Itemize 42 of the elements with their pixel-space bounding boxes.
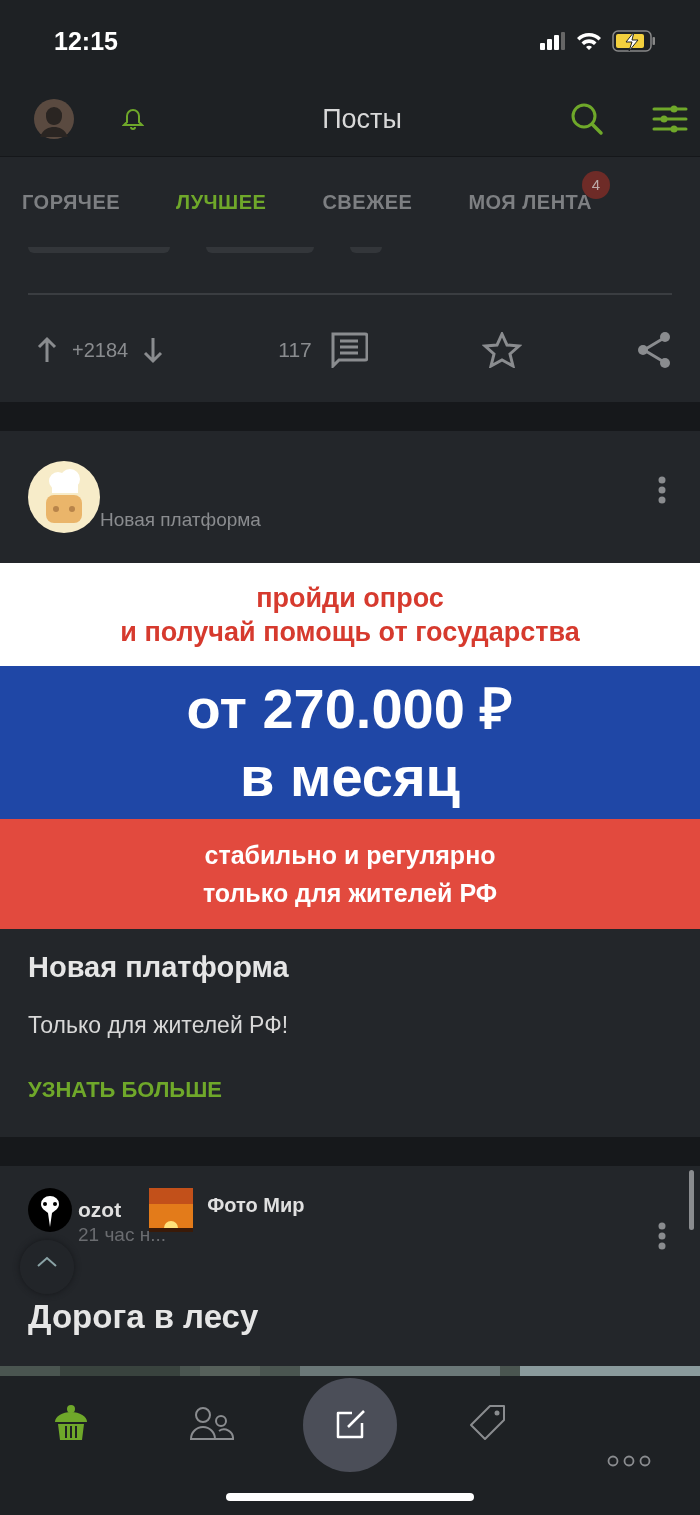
post-title[interactable]: Новая платформа: [28, 951, 289, 984]
star-icon[interactable]: [481, 332, 522, 368]
more-icon: [607, 1454, 652, 1468]
banner-text: только для жителей РФ: [202, 878, 498, 909]
banner-text: стабильно и регулярно: [204, 840, 496, 871]
feed-tab[interactable]: СВЕЖЕЕ: [322, 190, 413, 214]
rating-count: +2184: [72, 338, 129, 362]
wifi-icon: [576, 31, 602, 51]
banner-headline: в месяц: [239, 743, 461, 810]
banner-text: и получай помощь от государства: [120, 615, 580, 649]
filter-sliders-icon[interactable]: [652, 105, 688, 133]
chef-mascot-avatar: [28, 461, 100, 533]
comment-icon[interactable]: [329, 332, 368, 368]
downvote-arrow-icon[interactable]: [142, 336, 165, 364]
community-sunset-icon[interactable]: [149, 1188, 194, 1232]
learn-more-link[interactable]: УЗНАТЬ БОЛЬШЕ: [28, 1077, 222, 1103]
community-name[interactable]: Фото Мир: [207, 1193, 305, 1217]
chevron-up-icon: [36, 1256, 58, 1268]
signal-icon: [540, 32, 566, 50]
post-time: 21 час н...: [78, 1224, 167, 1246]
status-time: 12:15: [54, 26, 118, 56]
feed-tab[interactable]: ГОРЯЧЕЕ: [22, 190, 121, 214]
bell-icon[interactable]: [122, 107, 144, 131]
page-title: Посты: [322, 103, 402, 135]
upvote-arrow-icon[interactable]: [36, 336, 58, 364]
post-title[interactable]: Дорога в лесу: [28, 1298, 259, 1335]
comment-count: 117: [278, 338, 312, 362]
mask-avatar[interactable]: [28, 1188, 72, 1232]
search-icon[interactable]: [570, 102, 604, 136]
banner-text: пройди опрос: [256, 581, 444, 615]
banner-headline: от 270.000 ₽: [186, 675, 514, 742]
author-name[interactable]: ozot: [78, 1198, 122, 1222]
people-icon: [189, 1406, 234, 1440]
author-name[interactable]: Новая платформа: [100, 509, 261, 531]
feed-tab[interactable]: ЛУЧШЕЕ: [176, 190, 267, 214]
share-icon[interactable]: [636, 331, 672, 369]
more-options-icon[interactable]: [658, 1222, 666, 1250]
ad-banner[interactable]: пройди опрос и получай помощь от государства от 270.000 ₽ в месяц стабильно и регулярно только для жителей РФ: [0, 563, 700, 929]
battery-charging-icon: [612, 30, 656, 52]
more-options-icon[interactable]: [658, 476, 666, 504]
scrollbar: [689, 1170, 694, 1230]
post-text: Только для жителей РФ!: [28, 1012, 289, 1039]
